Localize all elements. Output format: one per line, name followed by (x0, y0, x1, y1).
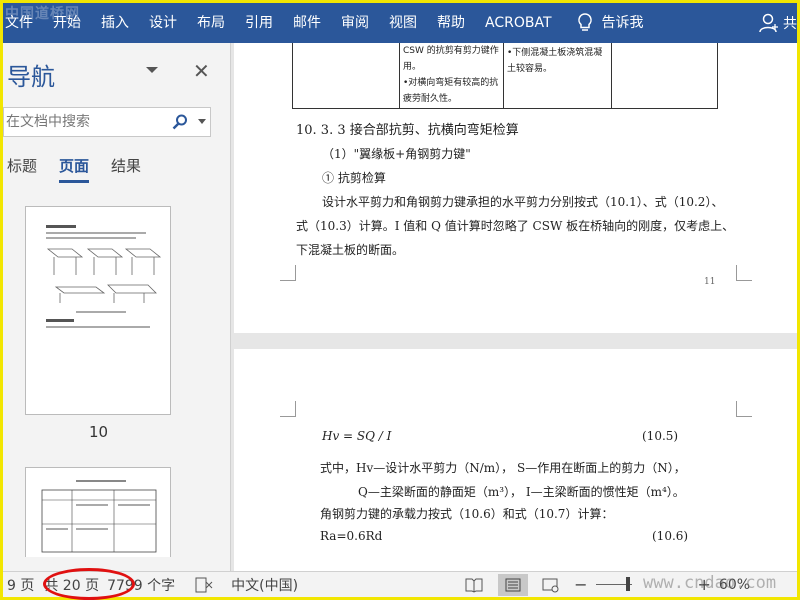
zoom-slider[interactable] (595, 577, 632, 591)
formula-number: (10.5) (642, 429, 679, 443)
tab-results[interactable]: 结果 (111, 155, 141, 183)
table-cell-text: •下侧混凝土板浇筑混凝 (507, 48, 603, 58)
table-cell-text: 土较容易。 (507, 64, 553, 74)
page-number: 11 (704, 277, 716, 287)
read-mode-icon[interactable] (464, 577, 484, 593)
table-cell-text: 疲劳耐久性。 (403, 94, 458, 104)
table-cell-text: •对横向弯矩有较高的抗 (403, 78, 499, 88)
margin-crop-mark (280, 265, 296, 281)
table-cell-text: 用。 (403, 62, 422, 72)
subsubsection-heading: ① 抗剪检算 (322, 171, 386, 185)
search-dropdown-icon[interactable] (198, 119, 206, 125)
formula: Hv = SQ / I (322, 429, 392, 443)
section-heading: 10. 3. 3 接合部抗剪、抗横向弯矩检算 (296, 123, 519, 138)
margin-crop-mark (736, 401, 752, 417)
tab-file[interactable]: 文件 (3, 3, 43, 43)
tell-me-search[interactable]: 告诉我 (596, 3, 654, 43)
document-area[interactable]: CSW 的抗剪有剪力键作 用。 •对横向弯矩有较高的抗 疲劳耐久性。 •下侧混凝… (232, 43, 797, 571)
definition-line: Q—主梁断面的静面矩（m³）， I—主梁断面的惯性矩（m⁴）。 (358, 485, 685, 499)
thumbnail-content (46, 225, 162, 328)
nav-tabs: 标题 页面 结果 (7, 155, 163, 183)
thumbnail-page-label: 10 (89, 423, 109, 441)
tab-design[interactable]: 设计 (139, 3, 187, 43)
table-divider (399, 43, 400, 108)
tab-acrobat[interactable]: ACROBAT (475, 3, 562, 43)
tab-view[interactable]: 视图 (379, 3, 427, 43)
definition-line: 式中，Hv—设计水平剪力（N/m）， S—作用在断面上的剪力（N）， (320, 461, 686, 475)
formula: Ra=0.6Rd (320, 529, 383, 543)
tab-mailings[interactable]: 邮件 (283, 3, 331, 43)
formula-number: (10.6) (652, 529, 689, 543)
page-thumbnail-11[interactable] (25, 467, 171, 557)
margin-crop-mark (736, 265, 752, 281)
web-layout-icon[interactable] (542, 577, 560, 593)
person-icon (759, 13, 778, 33)
page-thumbnail-10[interactable] (25, 206, 171, 415)
nav-search-input[interactable]: 在文档中搜索 (3, 107, 211, 137)
search-icon[interactable] (172, 114, 188, 130)
table-divider (503, 43, 504, 108)
navigation-pane: 导航 ✕ 在文档中搜索 标题 页面 结果 10 (3, 43, 231, 571)
table-divider (611, 43, 612, 108)
paragraph-line: 式（10.3）计算。I 值和 Q 值计算时忽略了 CSW 板在桥轴向的刚度，仅考… (296, 219, 735, 233)
margin-crop-mark (280, 401, 296, 417)
tab-layout[interactable]: 布局 (187, 3, 235, 43)
share-button[interactable]: 共 (759, 12, 797, 34)
paragraph-line: 设计水平剪力和角钢剪力键承担的水平剪力分别按式（10.1）、式（10.2）、 (322, 195, 724, 209)
nav-search-placeholder: 在文档中搜索 (6, 114, 90, 130)
tab-headings[interactable]: 标题 (7, 155, 37, 183)
document-page-11[interactable]: CSW 的抗剪有剪力键作 用。 •对横向弯矩有较高的抗 疲劳耐久性。 •下侧混凝… (234, 43, 797, 333)
thumbnail-content (41, 480, 157, 553)
nav-pane-title: 导航 (7, 63, 55, 91)
chevron-down-icon[interactable] (145, 65, 159, 75)
highlight-annotation-oval (43, 568, 135, 600)
tab-review[interactable]: 审阅 (331, 3, 379, 43)
status-current-page[interactable]: 9 页 (7, 575, 34, 595)
document-page-12[interactable]: Hv = SQ / I (10.5) 式中，Hv—设计水平剪力（N/m）， S—… (234, 349, 797, 571)
lightbulb-icon[interactable] (574, 12, 596, 34)
paragraph-line: 下混凝土板的断面。 (296, 243, 405, 257)
tab-help[interactable]: 帮助 (427, 3, 475, 43)
print-layout-button[interactable] (498, 573, 529, 596)
status-language[interactable]: 中文(中国) (231, 575, 298, 595)
tab-insert[interactable]: 插入 (91, 3, 139, 43)
table-cell-text: CSW 的抗剪有剪力键作 (403, 46, 499, 56)
tab-references[interactable]: 引用 (235, 3, 283, 43)
tab-pages[interactable]: 页面 (59, 155, 90, 183)
zoom-slider-thumb[interactable] (625, 577, 630, 591)
ribbon-menu-bar: 文件 开始 插入 设计 布局 引用 邮件 审阅 视图 帮助 ACROBAT 告诉… (3, 3, 797, 43)
zoom-out-button[interactable]: − (574, 575, 587, 594)
subsection-heading: （1）"翼缘板+角钢剪力键" (322, 147, 471, 161)
print-layout-icon (505, 578, 521, 591)
paragraph-line: 角钢剪力键的承载力按式（10.6）和式（10.7）计算： (320, 507, 614, 521)
comparison-table: CSW 的抗剪有剪力键作 用。 •对横向弯矩有较高的抗 疲劳耐久性。 •下侧混凝… (292, 43, 718, 109)
tab-home[interactable]: 开始 (43, 3, 91, 43)
watermark-bottom: www.cndao.com (643, 573, 777, 593)
close-icon[interactable]: ✕ (193, 59, 210, 83)
share-label: 共 (783, 16, 797, 32)
proofing-icon[interactable] (195, 577, 213, 593)
